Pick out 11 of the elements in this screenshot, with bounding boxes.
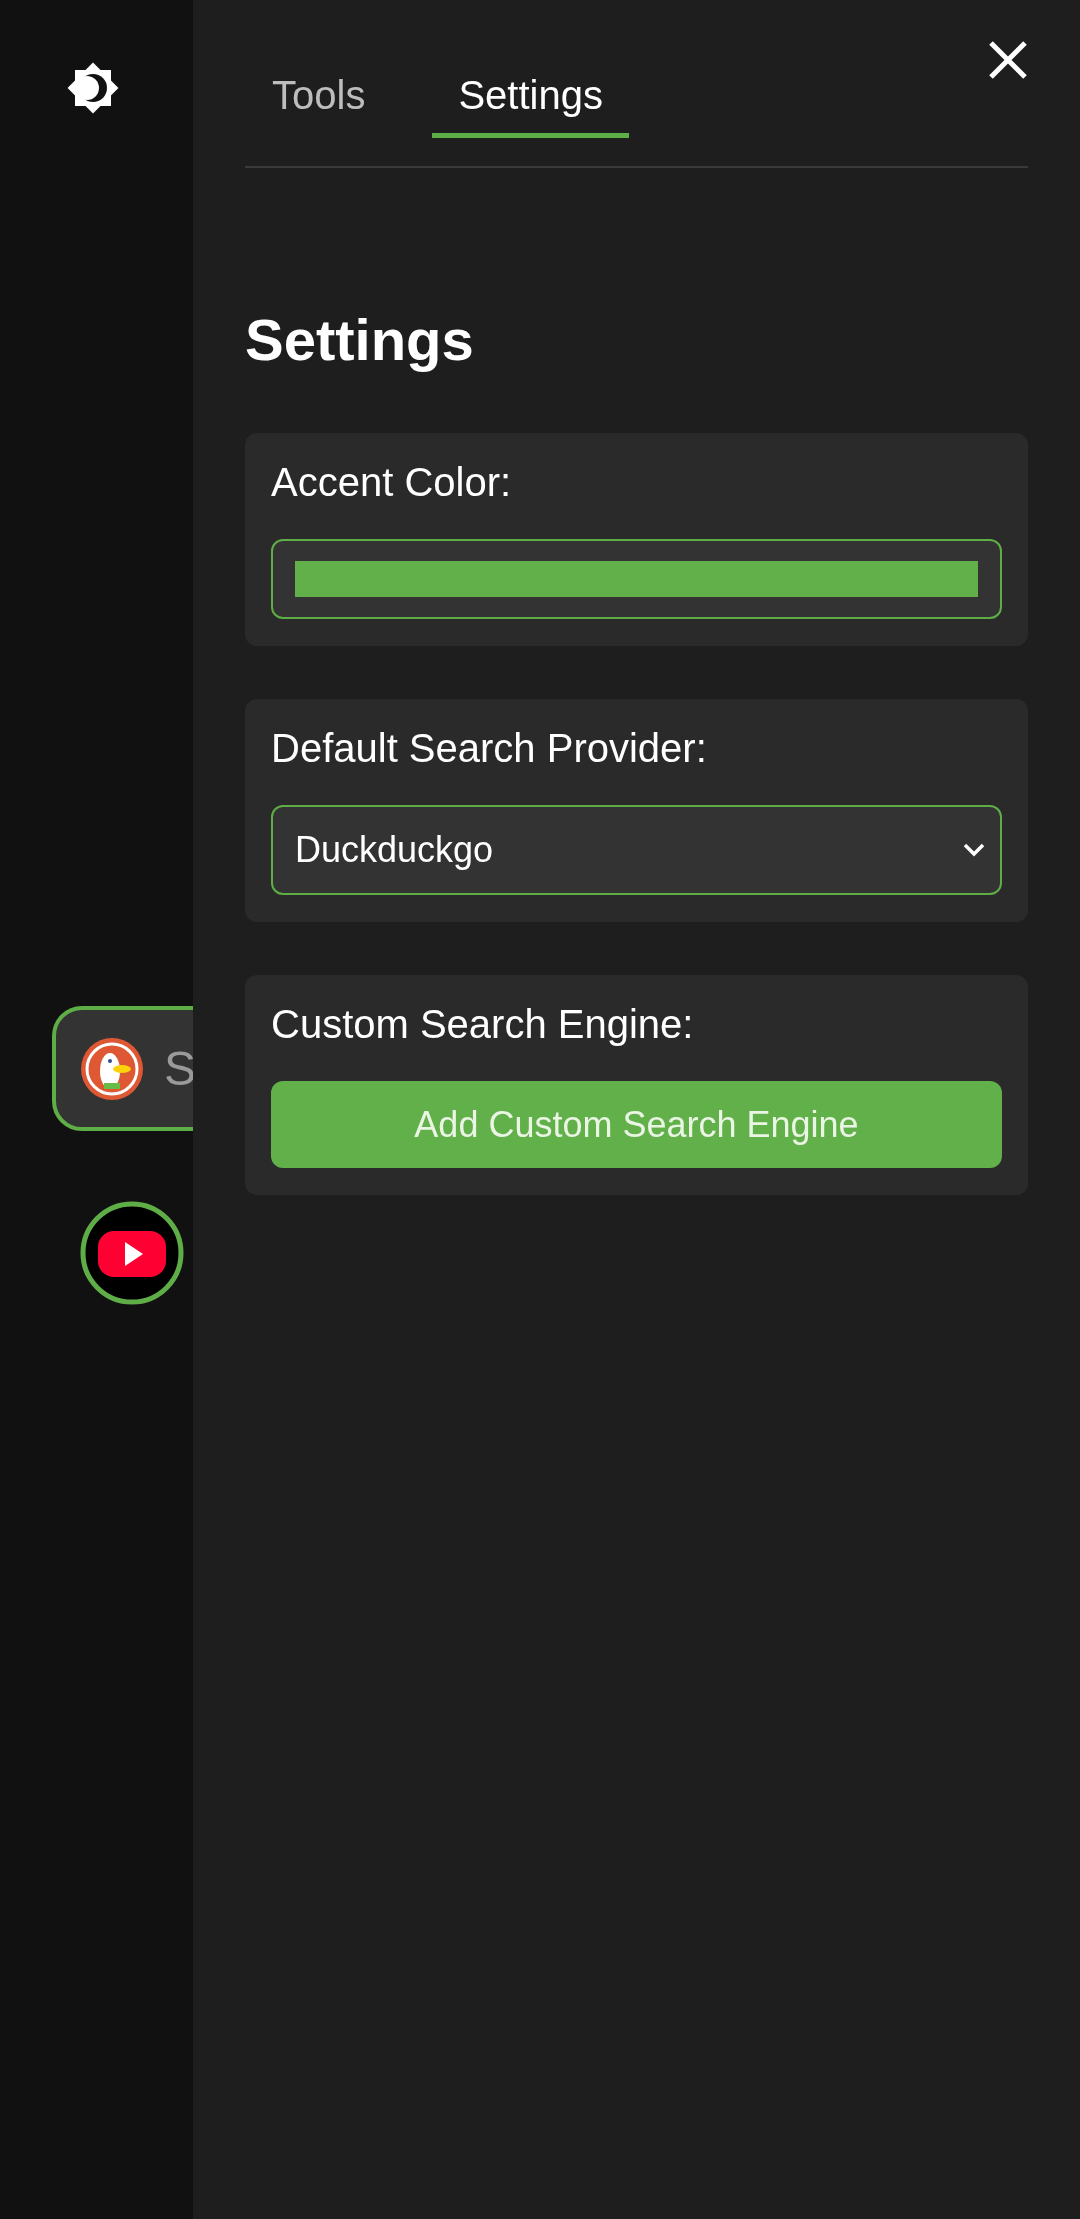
duck-logo-icon bbox=[80, 1036, 144, 1101]
setting-label: Default Search Provider: bbox=[271, 725, 708, 772]
setting-label: Custom Search Engine: bbox=[271, 1001, 695, 1048]
play-button-icon[interactable] bbox=[80, 1201, 184, 1305]
chevron-down-icon bbox=[962, 842, 986, 858]
tab[interactable]: Tools bbox=[272, 58, 366, 138]
setting-label: Accent Color: bbox=[271, 459, 513, 506]
provider-dropdown[interactable]: Duckduckgo bbox=[271, 805, 1002, 895]
color-input[interactable] bbox=[271, 539, 1002, 619]
page-title: Settings bbox=[245, 306, 475, 374]
tab[interactable]: Settings bbox=[432, 58, 629, 138]
